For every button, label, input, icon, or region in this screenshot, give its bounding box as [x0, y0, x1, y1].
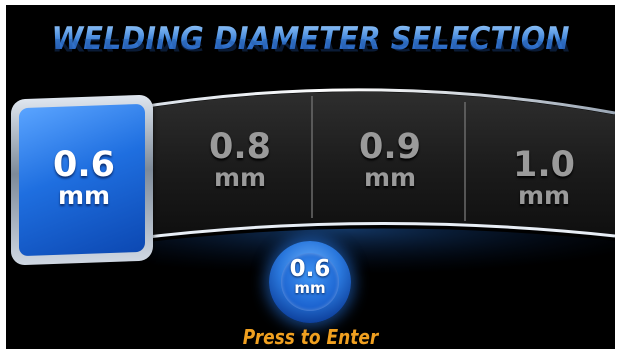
option-value: 0.9 — [358, 127, 421, 167]
option-0-8mm[interactable]: 0.8 mm — [190, 129, 290, 191]
enter-button[interactable]: 0.6 mm — [269, 241, 351, 323]
selected-unit: mm — [57, 181, 111, 210]
option-0-9mm[interactable]: 0.9 mm — [340, 129, 440, 191]
selected-option-label: 0.6 mm — [18, 147, 150, 209]
option-1-0mm[interactable]: 1.0 mm — [494, 147, 594, 209]
option-unit: mm — [363, 163, 417, 192]
option-value: 0.8 — [208, 127, 271, 167]
selected-value: 0.6 — [52, 145, 115, 185]
display-screen: WELDING DIAMETER SELECTION WELDING DIAME… — [6, 5, 615, 349]
option-unit: mm — [213, 163, 267, 192]
enter-button-value: 0.6 mm — [269, 257, 351, 296]
enter-value: 0.6 — [289, 256, 331, 282]
option-unit: mm — [517, 181, 571, 210]
enter-unit: mm — [294, 279, 326, 297]
press-to-enter-label: Press to Enter — [242, 325, 379, 349]
option-value: 1.0 — [512, 145, 575, 185]
